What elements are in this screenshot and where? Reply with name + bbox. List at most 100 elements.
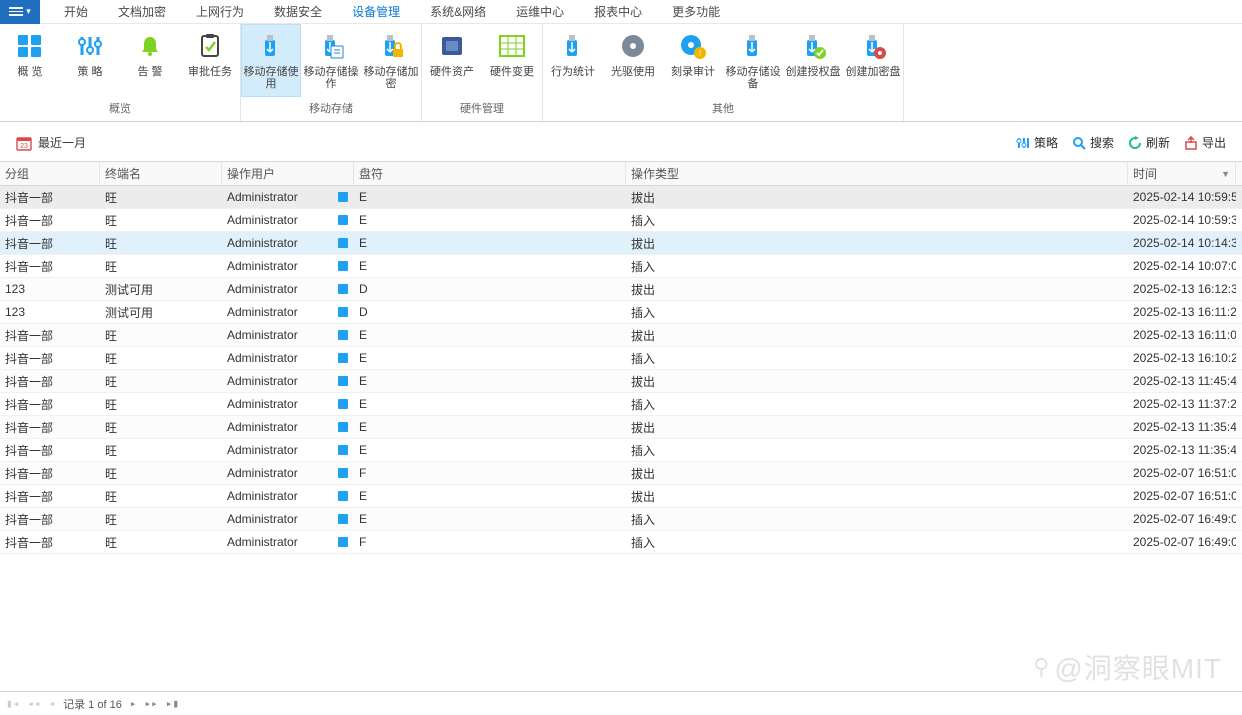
table-row[interactable]: 抖音一部旺AdministratorE拔出2025-02-07 16:51:07 (0, 485, 1242, 508)
col-op[interactable]: 操作类型 (626, 162, 1128, 185)
burn-audit-btn[interactable]: !刻录审计 (663, 24, 723, 97)
page-next[interactable]: ▸ (130, 697, 137, 710)
cell-op: 插入 (626, 212, 1128, 229)
table-row[interactable]: 抖音一部旺AdministratorE插入2025-02-07 16:49:01 (0, 508, 1242, 531)
table-row[interactable]: 抖音一部旺AdministratorE拔出2025-02-13 16:11:09 (0, 324, 1242, 347)
menu-6[interactable]: 运维中心 (516, 3, 564, 20)
cd-use-btn[interactable]: 光驱使用 (603, 24, 663, 97)
col-group[interactable]: 分组 (0, 162, 100, 185)
table-row[interactable]: 抖音一部旺AdministratorE拔出2025-02-14 10:14:35 (0, 232, 1242, 255)
cell-user: Administrator (222, 466, 332, 480)
cell-terminal: 旺 (100, 488, 222, 505)
page-first[interactable]: ▮◂ (6, 697, 19, 710)
app-menu-button[interactable] (0, 0, 40, 24)
lock-icon (332, 330, 354, 340)
menu-3[interactable]: 数据安全 (274, 3, 322, 20)
table-row[interactable]: 抖音一部旺AdministratorE插入2025-02-14 10:07:04 (0, 255, 1242, 278)
cell-time: 2025-02-13 11:37:20 (1128, 397, 1236, 411)
cell-drive: F (354, 466, 626, 480)
cell-drive: D (354, 305, 626, 319)
col-user[interactable]: 操作用户 (222, 162, 354, 185)
approval-btn[interactable]: 审批任务 (180, 24, 240, 97)
date-range-picker[interactable]: 23 最近一月 (16, 134, 86, 151)
col-drive[interactable]: 盘符 (354, 162, 626, 185)
cell-user: Administrator (222, 512, 332, 526)
cell-terminal: 旺 (100, 258, 222, 275)
usb-icon (557, 32, 589, 60)
behavior-btn[interactable]: 行为统计 (543, 24, 603, 97)
usb-key-icon (857, 32, 889, 60)
lock-icon (332, 353, 354, 363)
disc-icon (617, 32, 649, 60)
menu-5[interactable]: 系统&网络 (430, 3, 486, 20)
page-fwd[interactable]: ▸▸ (144, 697, 157, 710)
table-row[interactable]: 抖音一部旺AdministratorE拔出2025-02-14 10:59:52 (0, 186, 1242, 209)
usb-use-btn[interactable]: 移动存储使用 (241, 24, 301, 97)
usb-op-btn[interactable]: 移动存储操作 (301, 24, 361, 97)
page-prev[interactable]: ◂◂ (27, 697, 40, 710)
page-back[interactable]: ◂ (49, 697, 56, 710)
overview-btn[interactable]: 概 览 (0, 24, 60, 97)
page-last[interactable]: ▸▮ (166, 697, 179, 710)
cell-drive: E (354, 397, 626, 411)
ribbon-group-label: 硬件管理 (422, 97, 542, 121)
table-row[interactable]: 抖音一部旺AdministratorE插入2025-02-13 16:10:21 (0, 347, 1242, 370)
col-time[interactable]: 时间▼ (1128, 162, 1236, 185)
hw-change-btn[interactable]: 硬件变更 (482, 24, 542, 97)
table-row[interactable]: 抖音一部旺AdministratorE插入2025-02-14 10:59:30 (0, 209, 1242, 232)
cell-time: 2025-02-07 16:49:01 (1128, 512, 1236, 526)
cell-terminal: 旺 (100, 396, 222, 413)
usb-enc-btn[interactable]: 移动存储加密 (361, 24, 421, 97)
col-terminal[interactable]: 终端名 (100, 162, 222, 185)
menu-8[interactable]: 更多功能 (672, 3, 720, 20)
menu-4[interactable]: 设备管理 (352, 3, 400, 20)
cell-drive: F (354, 535, 626, 549)
cell-op: 拔出 (626, 465, 1128, 482)
menu-2[interactable]: 上网行为 (196, 3, 244, 20)
lock-icon (332, 399, 354, 409)
cell-op: 拔出 (626, 189, 1128, 206)
table-icon (496, 32, 528, 60)
record-counter: 记录 1 of 16 (63, 696, 122, 712)
strategy-btn[interactable]: 策 略 (60, 24, 120, 97)
table-row[interactable]: 抖音一部旺AdministratorE拔出2025-02-13 11:45:49 (0, 370, 1242, 393)
lock-icon (332, 307, 354, 317)
table-row[interactable]: 抖音一部旺AdministratorF插入2025-02-07 16:49:01 (0, 531, 1242, 554)
cell-group: 123 (0, 305, 100, 319)
table-row[interactable]: 抖音一部旺AdministratorE插入2025-02-13 11:35:40 (0, 439, 1242, 462)
lock-icon (332, 261, 354, 271)
table-row[interactable]: 抖音一部旺AdministratorF拔出2025-02-07 16:51:07 (0, 462, 1242, 485)
table-row[interactable]: 抖音一部旺AdministratorE插入2025-02-13 11:37:20 (0, 393, 1242, 416)
cell-terminal: 旺 (100, 534, 222, 551)
tool-refresh[interactable]: 刷新 (1128, 134, 1170, 151)
menu-0[interactable]: 开始 (64, 3, 88, 20)
table-row[interactable]: 抖音一部旺AdministratorE拔出2025-02-13 11:35:42 (0, 416, 1242, 439)
table-row[interactable]: 123测试可用AdministratorD插入2025-02-13 16:11:… (0, 301, 1242, 324)
grid-icon (14, 32, 46, 60)
usb-check-icon (797, 32, 829, 60)
auth-disk-btn[interactable]: 创建授权盘 (783, 24, 843, 97)
enc-disk-btn[interactable]: 创建加密盘 (843, 24, 903, 97)
cell-drive: D (354, 282, 626, 296)
usb-device-btn[interactable]: 移动存储设备 (723, 24, 783, 97)
table-row[interactable]: 123测试可用AdministratorD拔出2025-02-13 16:12:… (0, 278, 1242, 301)
hw-asset-btn[interactable]: 硬件资产 (422, 24, 482, 97)
cell-user: Administrator (222, 190, 332, 204)
ribbon: 概 览策 略告 警审批任务概览移动存储使用移动存储操作移动存储加密移动存储硬件资… (0, 24, 1242, 122)
cell-time: 2025-02-07 16:49:01 (1128, 535, 1236, 549)
alarm-btn[interactable]: 告 警 (120, 24, 180, 97)
tool-strategy[interactable]: 策略 (1016, 134, 1058, 151)
cell-group: 抖音一部 (0, 534, 100, 551)
lock-icon (332, 192, 354, 202)
menu-1[interactable]: 文档加密 (118, 3, 166, 20)
tool-search[interactable]: 搜索 (1072, 134, 1114, 151)
cell-time: 2025-02-07 16:51:07 (1128, 489, 1236, 503)
cell-user: Administrator (222, 535, 332, 549)
tool-export[interactable]: 导出 (1184, 134, 1226, 151)
cell-drive: E (354, 374, 626, 388)
cell-op: 插入 (626, 350, 1128, 367)
cell-group: 抖音一部 (0, 419, 100, 436)
paw-icon: ⚲ (1033, 654, 1050, 680)
menu-7[interactable]: 报表中心 (594, 3, 642, 20)
cell-terminal: 旺 (100, 442, 222, 459)
